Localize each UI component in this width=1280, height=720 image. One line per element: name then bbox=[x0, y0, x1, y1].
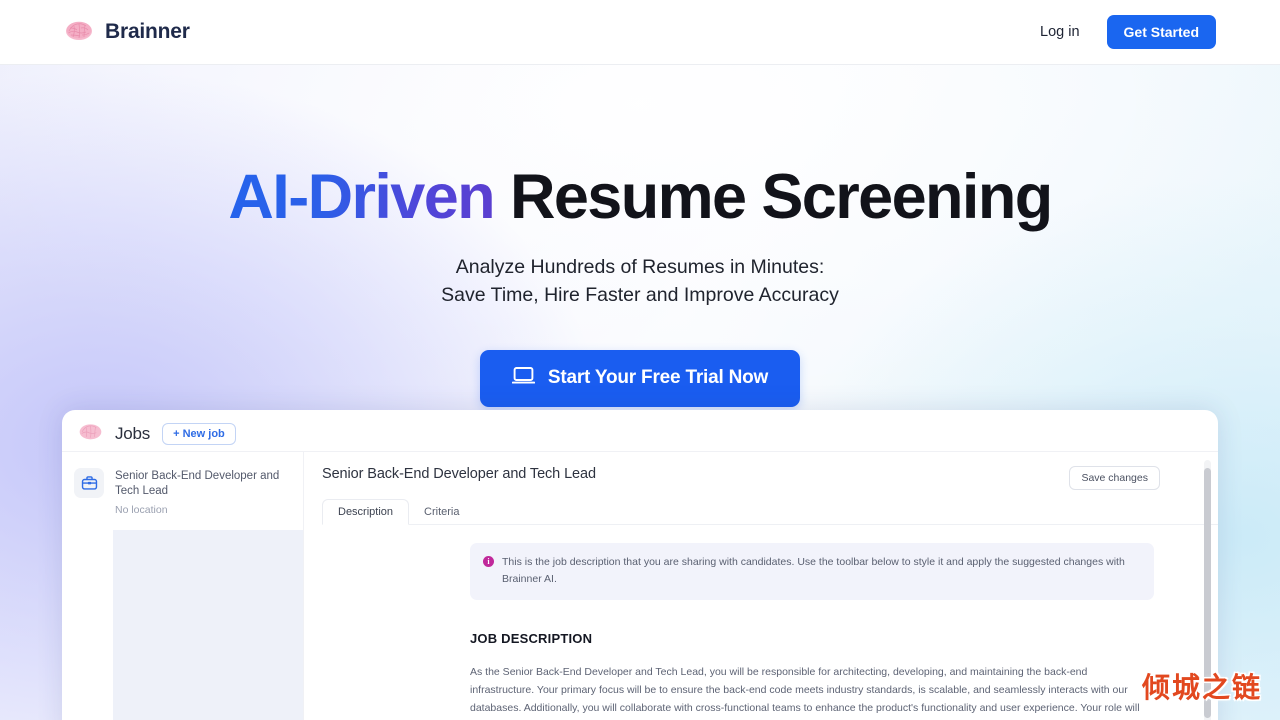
cta-label: Start Your Free Trial Now bbox=[547, 367, 769, 389]
app-header: Jobs + New job bbox=[62, 416, 1218, 452]
hero-subtitle: Analyze Hundreds of Resumes in Minutes: … bbox=[0, 253, 1280, 310]
get-started-button[interactable]: Get Started bbox=[1106, 15, 1216, 49]
description-content: i This is the job description that you a… bbox=[322, 525, 1218, 720]
briefcase-icon bbox=[74, 468, 104, 498]
brand-logo[interactable]: Brainner bbox=[64, 18, 190, 47]
cta-container: Start Your Free Trial Now bbox=[0, 349, 1280, 407]
tab-criteria[interactable]: Criteria bbox=[409, 500, 474, 524]
job-description-heading: JOB DESCRIPTION bbox=[470, 631, 593, 647]
hero-subtitle-line2: Save Time, Hire Faster and Improve Accur… bbox=[441, 284, 839, 307]
sidebar-content-placeholder bbox=[113, 530, 303, 720]
info-banner: i This is the job description that you a… bbox=[470, 543, 1154, 601]
headline-accent: AI-Driven bbox=[228, 162, 495, 232]
new-job-button[interactable]: + New job bbox=[162, 422, 236, 445]
watermark: 倾城之链 bbox=[1141, 671, 1262, 704]
brain-icon bbox=[78, 421, 103, 446]
app-body: Senior Back-End Developer and Tech Lead … bbox=[62, 452, 1218, 720]
info-icon: i bbox=[483, 556, 494, 567]
laptop-icon bbox=[511, 366, 536, 391]
tab-description[interactable]: Description bbox=[322, 499, 410, 525]
sidebar-item-job[interactable]: Senior Back-End Developer and Tech Lead … bbox=[62, 460, 303, 522]
top-navbar: Brainner Log in Get Started bbox=[0, 0, 1280, 65]
app-preview-card: Jobs + New job Senior Back-End Developer… bbox=[62, 410, 1218, 720]
start-free-trial-button[interactable]: Start Your Free Trial Now bbox=[479, 349, 801, 407]
jobs-title: Jobs bbox=[115, 423, 151, 443]
job-description-body: As the Senior Back-End Developer and Tec… bbox=[470, 666, 1140, 715]
hero-section: AI-Driven Resume Screening Analyze Hundr… bbox=[0, 65, 1280, 407]
page-title: AI-Driven Resume Screening bbox=[0, 163, 1280, 231]
sidebar-job-location: No location bbox=[115, 504, 168, 517]
sidebar-job-name: Senior Back-End Developer and Tech Lead bbox=[115, 470, 280, 498]
brand-name: Brainner bbox=[105, 20, 190, 43]
login-link[interactable]: Log in bbox=[1040, 24, 1080, 40]
tab-bar: Description Criteria bbox=[322, 499, 1218, 525]
info-banner-text: This is the job description that you are… bbox=[502, 556, 1125, 585]
headline-rest: Resume Screening bbox=[494, 162, 1053, 232]
hero-subtitle-line1: Analyze Hundreds of Resumes in Minutes: bbox=[455, 256, 825, 279]
nav-actions: Log in Get Started bbox=[1040, 15, 1216, 49]
brain-icon bbox=[64, 18, 94, 47]
sidebar-job-text: Senior Back-End Developer and Tech Lead … bbox=[115, 468, 293, 516]
app-main-panel: Senior Back-End Developer and Tech Lead … bbox=[304, 452, 1218, 720]
save-changes-button[interactable]: Save changes bbox=[1069, 466, 1160, 490]
app-sidebar: Senior Back-End Developer and Tech Lead … bbox=[62, 452, 304, 720]
